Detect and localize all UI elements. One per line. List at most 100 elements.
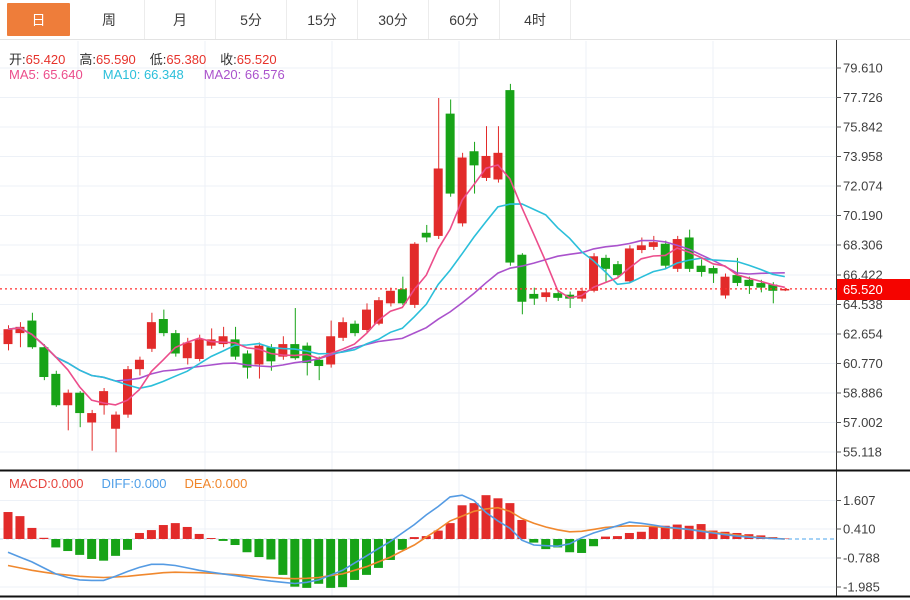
macd-bar [541, 539, 550, 549]
candle-body [613, 264, 622, 275]
y-axis-tick-label: 73.958 [843, 149, 883, 164]
macd-bar [410, 537, 419, 539]
candle-body [386, 291, 395, 304]
diff-value: DIFF:0.000 [101, 476, 166, 491]
macd-bar [577, 539, 586, 553]
macd-bar [147, 530, 156, 539]
candle-body [756, 283, 765, 288]
candle-body [338, 322, 347, 338]
macd-bar [111, 539, 120, 556]
candle-body [87, 413, 96, 422]
candle-body [649, 242, 658, 247]
candles [4, 84, 790, 452]
macd-bar [231, 539, 240, 545]
macd-bar [482, 495, 491, 539]
high-value: 65.590 [96, 52, 136, 67]
tab-60min[interactable]: 60分 [429, 0, 500, 39]
macd-bar [458, 505, 467, 539]
candle-body [709, 268, 718, 273]
y-axis-tick-label: 70.190 [843, 208, 883, 223]
current-price-tag: 65.520 [837, 279, 910, 300]
dea-value: DEA:0.000 [184, 476, 247, 491]
macd-bar [637, 532, 646, 539]
candle-body [434, 168, 443, 235]
candle-body [4, 329, 13, 344]
macd-bar [266, 539, 275, 559]
candle-body [135, 360, 144, 369]
candle-body [39, 347, 48, 377]
tab-15min[interactable]: 15分 [287, 0, 358, 39]
macd-bar [75, 539, 84, 555]
ma-readout: MA5: 65.640 MA10: 66.348 MA20: 66.576 [9, 67, 285, 82]
chart-frame [0, 40, 910, 597]
macd-bar [195, 534, 204, 539]
candle-body [529, 294, 538, 299]
candle-body [697, 266, 706, 272]
macd-bar [87, 539, 96, 559]
candle-body [147, 322, 156, 349]
macd-bar [565, 539, 574, 552]
macd-bar [302, 539, 311, 588]
macd-readout: MACD:0.000DIFF:0.000DEA:0.000 [9, 476, 247, 491]
candle-body [314, 360, 323, 366]
tab-day[interactable]: 日 [7, 3, 70, 36]
ma20-readout: MA20: 66.576 [204, 67, 285, 82]
macd-bar [613, 536, 622, 539]
low-value: 65.380 [166, 52, 206, 67]
candle-body [744, 280, 753, 286]
ma10-readout: MA10: 66.348 [103, 67, 184, 82]
y-axis-labels: 79.61077.72675.84273.95872.07470.19068.3… [836, 61, 883, 595]
tab-week[interactable]: 周 [74, 0, 145, 39]
macd-bar [254, 539, 263, 557]
candle-body [362, 310, 371, 330]
y-axis-tick-label: 68.306 [843, 238, 883, 253]
macd-bar [589, 539, 598, 546]
tab-30min[interactable]: 30分 [358, 0, 429, 39]
macd-bar [219, 539, 228, 541]
y-axis-tick-label: -1.985 [843, 579, 880, 594]
tab-month[interactable]: 月 [145, 0, 216, 39]
macd-bar [350, 539, 359, 580]
macd-bar [123, 539, 132, 550]
ohlc-readout: 开:65.420高:65.590低:65.380收:65.520 [9, 49, 291, 68]
macd-bar [685, 526, 694, 539]
candle-body [195, 339, 204, 359]
macd-bar [243, 539, 252, 552]
candle-body [75, 393, 84, 413]
macd-bar [278, 539, 287, 575]
macd-bar [51, 539, 60, 547]
macd-bar [326, 539, 335, 588]
candle-body [350, 324, 359, 333]
candle-body [721, 277, 730, 296]
candle-body [553, 293, 562, 298]
candle-body [422, 233, 431, 238]
close-value: 65.520 [237, 52, 277, 67]
macd-bar [171, 523, 180, 539]
macd-bar [338, 539, 347, 587]
tab-5min[interactable]: 5分 [216, 0, 287, 39]
macd-bar [159, 525, 168, 539]
y-axis-tick-label: 79.610 [843, 61, 883, 76]
candle-body [183, 343, 192, 359]
candle-body [517, 255, 526, 302]
period-tabbar: 日 周 月 5分 15分 30分 60分 4时 [0, 0, 910, 40]
macd-bar [99, 539, 108, 561]
open-value: 65.420 [26, 52, 66, 67]
macd-bar [470, 503, 479, 539]
y-axis-tick-label: 1.607 [843, 493, 876, 508]
ma10-line [8, 204, 785, 388]
tab-4hour[interactable]: 4时 [500, 0, 571, 39]
candlestick-chart-svg[interactable]: 79.61077.72675.84273.95872.07470.19068.3… [0, 0, 910, 600]
macd-bar [625, 533, 634, 539]
macd-bar [505, 503, 514, 539]
candle-body [446, 114, 455, 194]
macd-bar [446, 523, 455, 539]
macd-bar [4, 512, 13, 539]
candle-body [159, 319, 168, 333]
macd-bar [207, 538, 216, 539]
macd-bar [135, 533, 144, 539]
close-label: 收: [220, 52, 237, 67]
ma5-readout: MA5: 65.640 [9, 67, 83, 82]
candle-body [637, 245, 646, 250]
macd-bar [601, 537, 610, 539]
